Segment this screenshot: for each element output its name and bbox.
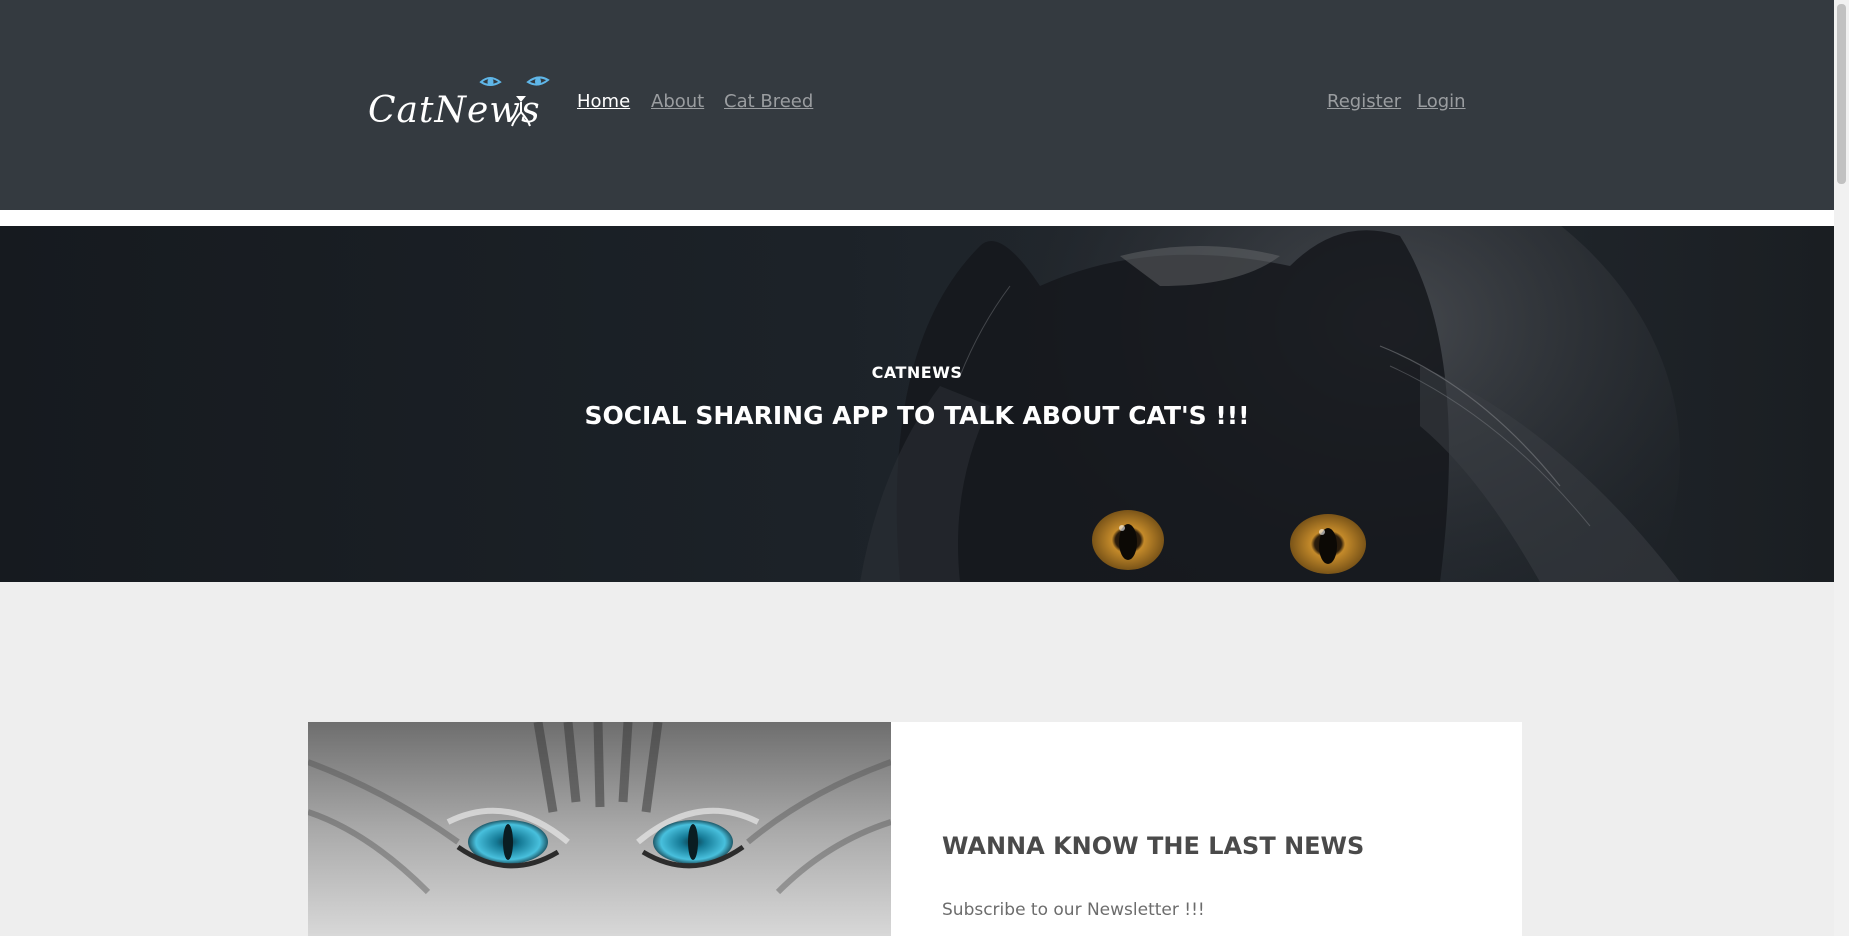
nav-about-link[interactable]: About	[651, 91, 704, 112]
newsletter-subtitle: Subscribe to our Newsletter !!!	[942, 900, 1205, 920]
catnews-logo[interactable]: CatNews	[366, 72, 552, 136]
top-navbar: CatNews Home About Cat Breed Register Lo…	[0, 0, 1834, 210]
grey-cat-image	[308, 722, 891, 936]
scrollbar-thumb[interactable]	[1837, 4, 1846, 184]
cat-nose-icon	[511, 96, 531, 127]
hero-title: SOCIAL SHARING APP TO TALK ABOUT CAT'S !…	[584, 401, 1250, 430]
nav-home-link[interactable]: Home	[577, 91, 630, 112]
newsletter-card: WANNA KNOW THE LAST NEWS Subscribe to ou…	[308, 722, 1522, 936]
nav-login-link[interactable]: Login	[1417, 91, 1466, 112]
newsletter-title: WANNA KNOW THE LAST NEWS	[942, 832, 1365, 860]
page-scrollbar[interactable]	[1834, 0, 1849, 936]
navbar-divider	[0, 210, 1834, 226]
nav-cat-breed-link[interactable]: Cat Breed	[724, 91, 813, 112]
cat-eyes-icon	[479, 76, 550, 86]
nav-register-link[interactable]: Register	[1327, 91, 1401, 112]
hero-kicker: CATNEWS	[871, 363, 963, 382]
hero-banner: CATNEWS SOCIAL SHARING APP TO TALK ABOUT…	[0, 226, 1834, 582]
